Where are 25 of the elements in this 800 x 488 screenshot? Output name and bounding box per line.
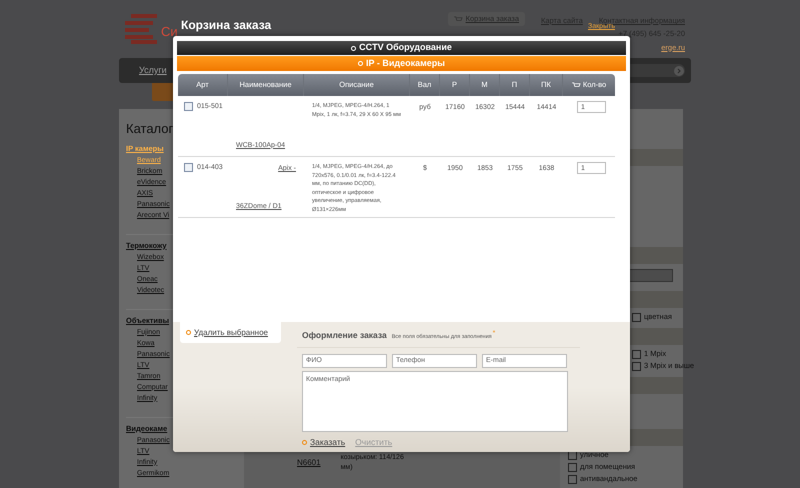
category-bar: CCTV Оборудование — [177, 41, 626, 55]
nav-link[interactable]: Услуги — [139, 64, 167, 78]
checkbox[interactable] — [632, 362, 641, 370]
product-link[interactable]: N6601 — [297, 457, 321, 469]
delete-selected-link[interactable]: Удалить выбранное — [180, 322, 281, 343]
logo-text: Си — [161, 23, 178, 41]
checkbox[interactable] — [632, 350, 641, 358]
order-link[interactable]: Заказать — [302, 436, 346, 448]
clear-link[interactable]: Очистить — [355, 436, 392, 448]
cart-icon — [454, 16, 463, 22]
order-title: Оформление заказа — [302, 329, 387, 342]
subcategory-bar: IP - Видеокамеры — [177, 56, 626, 71]
bullet-icon — [351, 46, 356, 50]
catalog-title: Каталог — [126, 120, 174, 138]
checkbox[interactable] — [184, 102, 193, 111]
checkbox[interactable] — [184, 163, 193, 172]
logo-icon — [125, 12, 159, 44]
cart-icon — [572, 82, 581, 88]
checkbox[interactable] — [632, 312, 641, 322]
modal-title: Корзина заказа — [181, 17, 272, 34]
bullet-icon — [186, 330, 191, 335]
checkbox[interactable] — [568, 474, 577, 484]
bullet-icon — [302, 440, 307, 445]
bullet-icon — [358, 61, 364, 66]
checkbox[interactable] — [568, 462, 577, 472]
